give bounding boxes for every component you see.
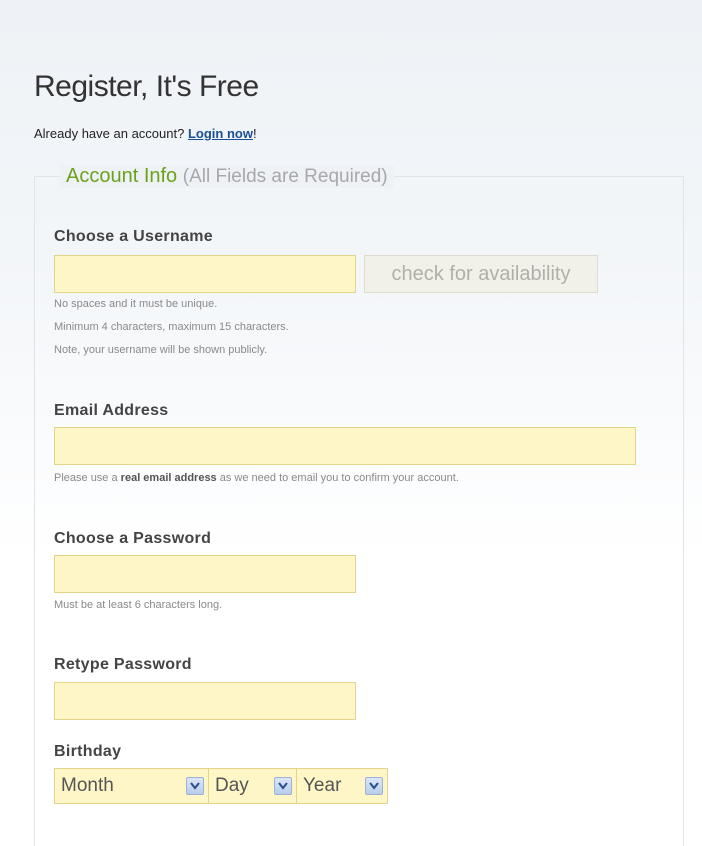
- chevron-down-icon: [274, 777, 292, 795]
- username-input[interactable]: [54, 255, 356, 293]
- legend-note: (All Fields are Required): [182, 166, 388, 187]
- day-select-value: Day: [215, 775, 249, 796]
- birthday-selects: Month Day Year: [54, 768, 388, 804]
- email-hint-prefix: Please use a: [54, 472, 118, 484]
- password-hint: Must be at least 6 characters long.: [54, 599, 223, 611]
- retype-password-input[interactable]: [54, 682, 356, 720]
- chevron-down-icon: [365, 777, 383, 795]
- login-suffix: !: [252, 126, 257, 141]
- chevron-down-icon: [186, 777, 204, 795]
- page-title: Register, It's Free: [34, 70, 259, 103]
- password-label: Choose a Password: [54, 530, 212, 547]
- username-label: Choose a Username: [54, 228, 213, 245]
- email-input[interactable]: [54, 427, 636, 465]
- username-hint-3: Note, your username will be shown public…: [54, 344, 268, 356]
- legend-title: Account Info: [66, 165, 178, 187]
- email-hint-suffix: as we need to email you to confirm your …: [219, 472, 459, 484]
- account-info-legend: Account Info (All Fields are Required): [60, 165, 394, 188]
- month-select-value: Month: [61, 775, 114, 796]
- check-availability-button[interactable]: check for availability: [364, 255, 598, 293]
- registration-page: Register, It's Free Already have an acco…: [0, 0, 702, 846]
- login-prompt-text: Already have an account?: [34, 126, 185, 141]
- username-hint-1: No spaces and it must be unique.: [54, 298, 218, 310]
- birthday-year-select[interactable]: Year: [297, 769, 387, 803]
- email-hint: Please use a real email address as we ne…: [54, 466, 459, 490]
- login-now-link[interactable]: Login now: [188, 126, 253, 141]
- login-prompt: Already have an account? Login now!: [34, 126, 257, 141]
- password-input[interactable]: [54, 555, 356, 593]
- username-hint-2: Minimum 4 characters, maximum 15 charact…: [54, 321, 289, 333]
- email-hint-bold: real email address: [120, 472, 217, 484]
- birthday-label: Birthday: [54, 743, 122, 760]
- birthday-month-select[interactable]: Month: [55, 769, 209, 803]
- email-label: Email Address: [54, 402, 169, 419]
- birthday-day-select[interactable]: Day: [209, 769, 297, 803]
- retype-password-label: Retype Password: [54, 656, 192, 673]
- year-select-value: Year: [303, 775, 342, 796]
